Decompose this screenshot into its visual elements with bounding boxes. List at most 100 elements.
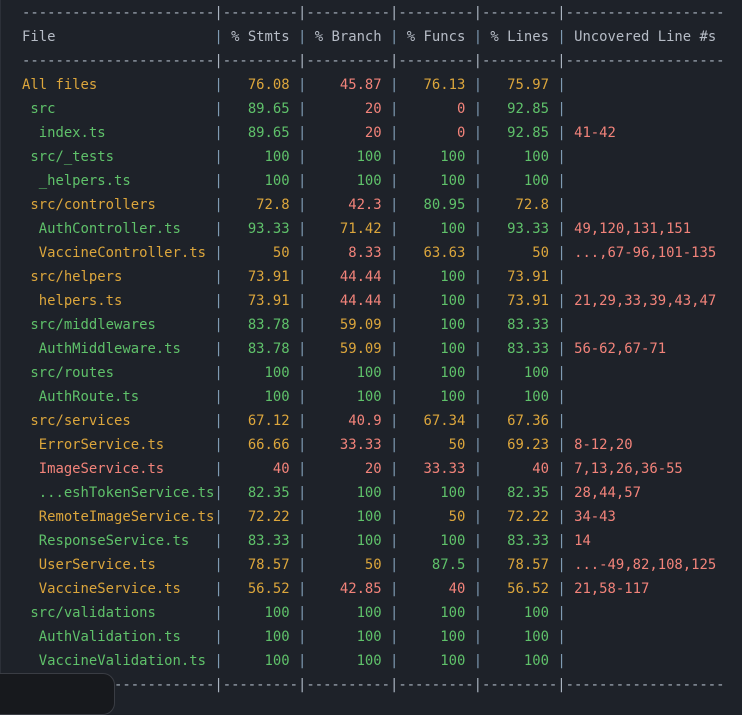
column-divider: | (214, 317, 223, 333)
table-row: src/middlewares | 83.78 | 59.09 | 100 | … (22, 313, 574, 337)
column-divider: | (557, 461, 566, 477)
floating-panel[interactable] (0, 673, 115, 715)
table-row: AuthValidation.ts | 100 | 100 | 100 | 10… (22, 625, 574, 649)
column-divider: | (214, 221, 223, 237)
funcs-value: 67.34 (398, 413, 474, 429)
header-file: File (22, 29, 215, 45)
uncovered-lines: 21,29,33,39,43,47 (565, 293, 717, 309)
branch-value: 100 (306, 509, 391, 525)
lines-value: 40 (482, 461, 558, 477)
column-divider: | (214, 245, 223, 261)
file-name: src/middlewares (22, 317, 215, 333)
stmts-value: 100 (222, 149, 299, 165)
column-divider: | (473, 269, 483, 285)
header-funcs: % Funcs (398, 29, 474, 45)
terminal-output: -----------------------|---------|------… (0, 0, 742, 715)
column-divider: | (214, 125, 223, 141)
lines-value: 83.33 (482, 533, 558, 549)
column-divider: | (557, 437, 566, 453)
lines-value: 100 (482, 365, 558, 381)
file-name: AuthRoute.ts (22, 389, 215, 405)
funcs-value: 63.63 (398, 245, 474, 261)
column-divider: | (557, 509, 566, 525)
column-divider: | (214, 269, 223, 285)
uncovered-lines: 28,44,57 (565, 485, 641, 501)
lines-value: 100 (482, 389, 558, 405)
funcs-value: 100 (398, 485, 474, 501)
funcs-value: 80.95 (398, 197, 474, 213)
file-name: UserService.ts (22, 557, 215, 573)
uncovered-lines: 14 (565, 533, 591, 549)
uncovered-lines (566, 101, 574, 117)
lines-value: 83.33 (482, 341, 558, 357)
branch-value: 100 (306, 605, 391, 621)
column-divider: | (557, 245, 566, 261)
branch-value: 100 (306, 533, 391, 549)
lines-value: 56.52 (482, 581, 558, 597)
column-divider: | (473, 509, 483, 525)
column-divider: | (214, 149, 223, 165)
stmts-value: 100 (222, 653, 299, 669)
uncovered-lines (566, 149, 574, 165)
lines-value: 50 (482, 245, 558, 261)
stmts-value: 100 (222, 365, 299, 381)
file-name: helpers.ts (22, 293, 215, 309)
branch-value: 44.44 (306, 269, 391, 285)
stmts-value: 100 (222, 173, 299, 189)
separator-bottom: -----------------------|---------|------… (22, 677, 725, 693)
header-stmts: % Stmts (222, 29, 299, 45)
file-name: src/controllers (22, 197, 215, 213)
table-row: index.ts | 89.65 | 20 | 0 | 92.85 | 41-4… (22, 121, 616, 145)
uncovered-lines (566, 605, 574, 621)
branch-value: 42.85 (306, 581, 391, 597)
funcs-value: 50 (398, 437, 474, 453)
stmts-value: 50 (222, 245, 299, 261)
branch-value: 20 (306, 461, 391, 477)
file-name: ImageService.ts (22, 461, 215, 477)
column-divider: | (214, 437, 223, 453)
column-divider: | (557, 125, 566, 141)
header-lines: % Lines (482, 29, 558, 45)
table-row: ResponseService.ts | 83.33 | 100 | 100 |… (22, 529, 591, 553)
funcs-value: 100 (398, 149, 474, 165)
uncovered-lines (566, 317, 574, 333)
file-name: src/helpers (22, 269, 215, 285)
stmts-value: 83.33 (222, 533, 299, 549)
funcs-value: 33.33 (398, 461, 474, 477)
column-divider: | (557, 269, 566, 285)
stmts-value: 83.78 (222, 317, 299, 333)
uncovered-lines: ...,67-96,101-135 (565, 245, 717, 261)
table-row: src/routes | 100 | 100 | 100 | 100 | (22, 361, 574, 385)
stmts-value: 83.78 (222, 341, 299, 357)
column-divider: | (473, 461, 483, 477)
table-row: RemoteImageService.ts| 72.22 | 100 | 50 … (22, 505, 616, 529)
table-row: VaccineController.ts | 50 | 8.33 | 63.63… (22, 241, 717, 265)
column-divider: | (473, 77, 483, 93)
branch-value: 100 (306, 173, 391, 189)
lines-value: 75.97 (482, 77, 558, 93)
file-name: VaccineController.ts (22, 245, 215, 261)
stmts-value: 82.35 (222, 485, 299, 501)
stmts-value: 89.65 (222, 125, 299, 141)
table-row: AuthRoute.ts | 100 | 100 | 100 | 100 | (22, 385, 574, 409)
table-row: AuthController.ts | 93.33 | 71.42 | 100 … (22, 217, 691, 241)
column-divider: | (473, 221, 483, 237)
uncovered-lines: 7,13,26,36-55 (565, 461, 683, 477)
uncovered-lines: 56-62,67-71 (565, 341, 667, 357)
lines-value: 69.23 (482, 437, 558, 453)
stmts-value: 93.33 (222, 221, 299, 237)
column-divider: | (214, 461, 223, 477)
stmts-value: 100 (222, 605, 299, 621)
stmts-value: 72.8 (222, 197, 299, 213)
column-divider: | (473, 485, 483, 501)
branch-value: 59.09 (306, 317, 391, 333)
funcs-value: 40 (398, 581, 474, 597)
column-divider: | (557, 29, 566, 45)
funcs-value: 100 (398, 317, 474, 333)
column-divider: | (557, 581, 566, 597)
lines-value: 92.85 (482, 101, 558, 117)
table-row: src/_tests | 100 | 100 | 100 | 100 | (22, 145, 574, 169)
branch-value: 100 (306, 653, 391, 669)
column-divider: | (214, 653, 223, 669)
branch-value: 20 (306, 125, 391, 141)
